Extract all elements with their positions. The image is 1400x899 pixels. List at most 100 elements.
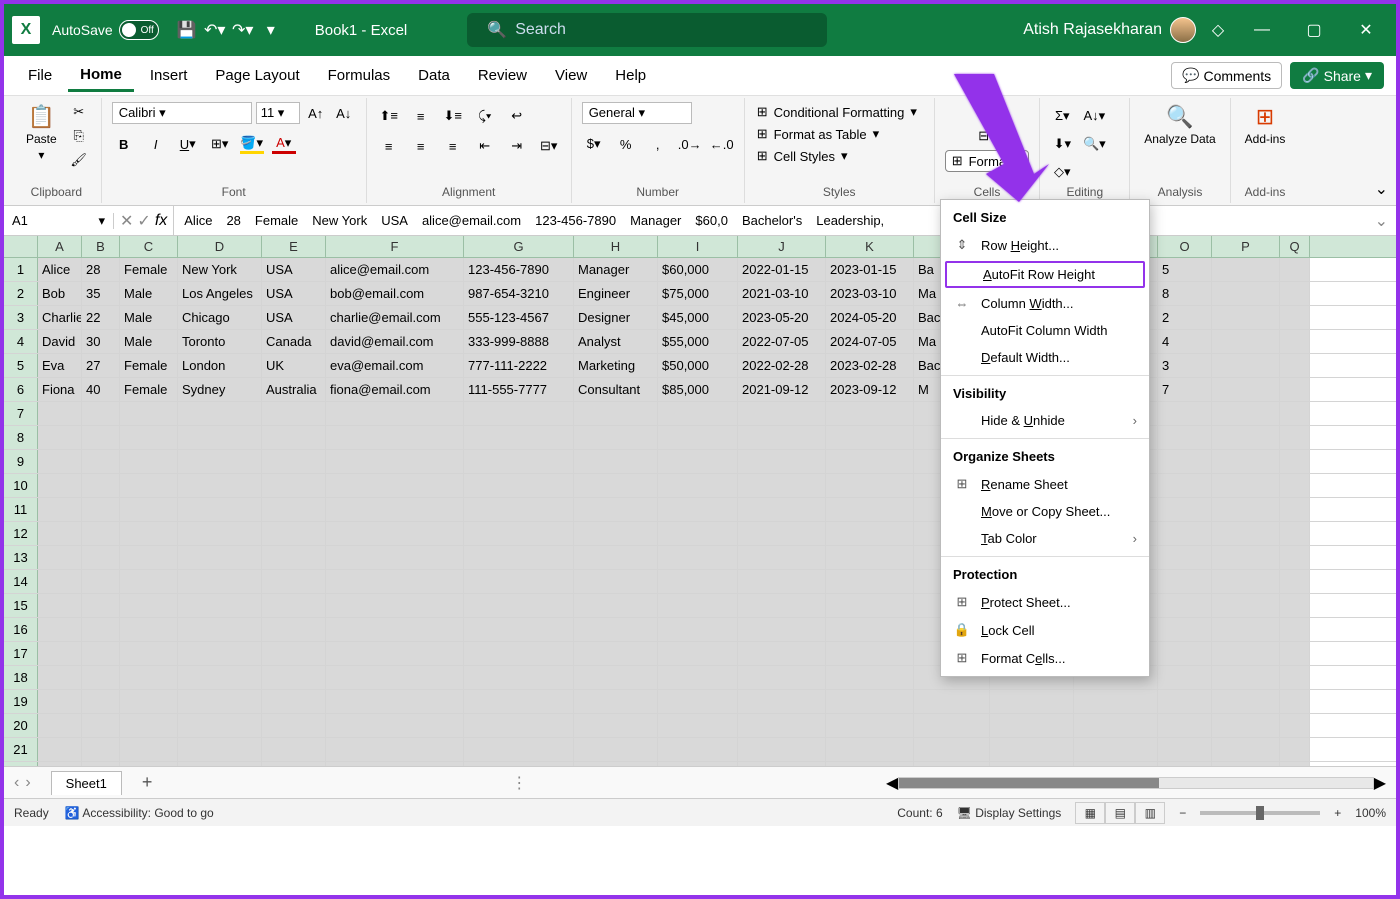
cell[interactable]: [1074, 762, 1158, 766]
cell[interactable]: [178, 738, 262, 761]
menu-autofit-column-width[interactable]: AutoFit Column Width: [941, 317, 1149, 344]
cell[interactable]: [1212, 570, 1280, 593]
cell[interactable]: [1212, 354, 1280, 377]
cell[interactable]: [1074, 690, 1158, 713]
comma-icon[interactable]: ,: [646, 134, 670, 154]
cell[interactable]: 2021-09-12: [738, 378, 826, 401]
align-top-icon[interactable]: ⬆≡: [377, 106, 401, 126]
collapse-ribbon-icon[interactable]: ⌄: [1375, 179, 1388, 199]
menu-view[interactable]: View: [543, 61, 599, 90]
cell[interactable]: [38, 474, 82, 497]
cell[interactable]: [1158, 594, 1212, 617]
row-header[interactable]: 15: [4, 594, 38, 617]
cell[interactable]: [738, 522, 826, 545]
cell[interactable]: Bob: [38, 282, 82, 305]
cell[interactable]: [1158, 762, 1212, 766]
menu-file[interactable]: File: [16, 61, 64, 90]
cell[interactable]: [1212, 690, 1280, 713]
cell[interactable]: [738, 402, 826, 425]
cell[interactable]: [464, 714, 574, 737]
cell[interactable]: UK: [262, 354, 326, 377]
decrease-font-icon[interactable]: A↓: [332, 103, 356, 123]
cell[interactable]: [990, 714, 1074, 737]
cell[interactable]: [1212, 330, 1280, 353]
cell[interactable]: [38, 642, 82, 665]
cell[interactable]: [914, 714, 990, 737]
save-icon[interactable]: 💾: [173, 16, 201, 44]
cell[interactable]: [464, 474, 574, 497]
cell[interactable]: [464, 762, 574, 766]
wrap-text-icon[interactable]: ↩: [505, 106, 529, 126]
cell[interactable]: [1158, 570, 1212, 593]
cell[interactable]: [178, 522, 262, 545]
row-header[interactable]: 4: [4, 330, 38, 353]
cell[interactable]: 2021-03-10: [738, 282, 826, 305]
cell[interactable]: 2022-02-28: [738, 354, 826, 377]
cell[interactable]: [826, 546, 914, 569]
column-header-a[interactable]: A: [38, 236, 82, 257]
cell[interactable]: david@email.com: [326, 330, 464, 353]
menu-home[interactable]: Home: [68, 60, 134, 92]
cell[interactable]: [1212, 522, 1280, 545]
cell[interactable]: [1158, 666, 1212, 689]
sort-filter-icon[interactable]: A↓▾: [1082, 106, 1106, 126]
cell[interactable]: $60,000: [658, 258, 738, 281]
row-header[interactable]: 14: [4, 570, 38, 593]
diamond-icon[interactable]: ◇: [1204, 16, 1232, 44]
cell[interactable]: [658, 738, 738, 761]
cell[interactable]: Male: [120, 330, 178, 353]
delete-cells-icon[interactable]: ⊟▾: [975, 126, 999, 146]
cell[interactable]: [464, 450, 574, 473]
cell[interactable]: [326, 666, 464, 689]
clear-icon[interactable]: ◇▾: [1050, 162, 1074, 182]
cell[interactable]: [738, 594, 826, 617]
cell[interactable]: [826, 522, 914, 545]
cell[interactable]: [464, 594, 574, 617]
cell[interactable]: [262, 666, 326, 689]
cell[interactable]: 7: [1158, 378, 1212, 401]
menu-autofit-row-height[interactable]: AutoFit Row Height: [945, 261, 1145, 288]
cell[interactable]: [326, 498, 464, 521]
cell[interactable]: [1212, 450, 1280, 473]
cell[interactable]: [464, 570, 574, 593]
cell[interactable]: 987-654-3210: [464, 282, 574, 305]
cell[interactable]: charlie@email.com: [326, 306, 464, 329]
cell[interactable]: [738, 666, 826, 689]
cell[interactable]: [464, 618, 574, 641]
cell[interactable]: [1280, 282, 1310, 305]
autosum-icon[interactable]: Σ▾: [1050, 106, 1074, 126]
expand-formula-icon[interactable]: ⌄: [1367, 211, 1396, 231]
cell[interactable]: [990, 762, 1074, 766]
row-header[interactable]: 6: [4, 378, 38, 401]
user-avatar[interactable]: [1170, 17, 1196, 43]
copy-icon[interactable]: ⎘: [67, 126, 91, 146]
borders-button[interactable]: ⊞▾: [208, 134, 232, 154]
column-header-i[interactable]: I: [658, 236, 738, 257]
cell[interactable]: Charlie: [38, 306, 82, 329]
cell[interactable]: [464, 642, 574, 665]
cell[interactable]: 8: [1158, 282, 1212, 305]
cell[interactable]: [82, 402, 120, 425]
cell[interactable]: [574, 546, 658, 569]
menu-help[interactable]: Help: [603, 61, 658, 90]
cell[interactable]: bob@email.com: [326, 282, 464, 305]
row-header[interactable]: 22: [4, 762, 38, 766]
cell[interactable]: Manager: [574, 258, 658, 281]
cell[interactable]: 22: [82, 306, 120, 329]
font-color-button[interactable]: A▾: [272, 134, 296, 154]
cell[interactable]: Fiona: [38, 378, 82, 401]
cell[interactable]: [658, 570, 738, 593]
cell[interactable]: [990, 690, 1074, 713]
cell[interactable]: London: [178, 354, 262, 377]
cell[interactable]: 2023-02-28: [826, 354, 914, 377]
cell[interactable]: [1280, 330, 1310, 353]
cell[interactable]: Consultant: [574, 378, 658, 401]
cell[interactable]: [178, 690, 262, 713]
sheet-tab-sheet1[interactable]: Sheet1: [51, 771, 122, 795]
align-left-icon[interactable]: ≡: [377, 136, 401, 156]
cell[interactable]: $45,000: [658, 306, 738, 329]
column-header-e[interactable]: E: [262, 236, 326, 257]
cell[interactable]: [178, 450, 262, 473]
cell[interactable]: [326, 402, 464, 425]
cell[interactable]: [826, 642, 914, 665]
